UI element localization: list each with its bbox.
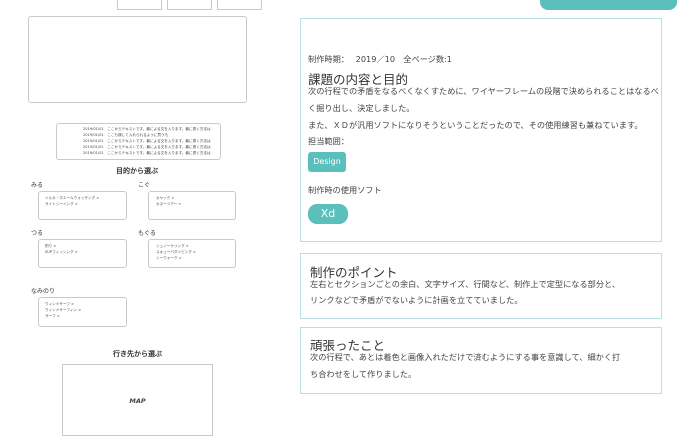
role-label: 担当範囲：: [308, 136, 349, 146]
wf-purpose-title: 目的から選ぶ: [116, 167, 158, 175]
theme-line: 次の行程での矛盾をなるべくなくすために、ワイヤーフレームの段階で決められることは…: [308, 86, 659, 96]
point-line: 左右とセクションごとの余白、文字サイズ、行間など、制作上で定型になる部分と、: [310, 279, 621, 289]
point-panel: 制作のポイント 左右とセクションごとの余白、文字サイズ、行間など、制作上で定型に…: [300, 253, 662, 319]
wf-category-item[interactable]: サイトシーイング >: [45, 201, 99, 207]
wf-destination-title: 行き先から選ぶ: [113, 350, 162, 358]
point-line: リンクなどで矛盾がでないように計画を立てていました。: [310, 295, 523, 305]
top-tab-button[interactable]: [540, 0, 677, 10]
wf-category-tsuru-label: つる: [31, 230, 44, 237]
effort-panel: 頑張ったこと 次の行程で、あとは着色と画像入れただけで済むようにする事を意識して…: [300, 327, 662, 394]
software-tag-xd: Xd: [308, 204, 348, 224]
wf-nav-box-3: [217, 0, 262, 10]
wf-category-moguru-box[interactable]: シュノーケリング > スキューバダイビング > シーウォーク >: [148, 239, 236, 268]
wf-category-naminori-box[interactable]: ウィンドサーフ > ウィンドサーフィン > サーフ >: [38, 297, 127, 327]
wf-hero-placeholder: [28, 16, 247, 103]
wf-category-item[interactable]: サーフ >: [45, 313, 81, 319]
wf-category-kogu-label: こぐ: [138, 182, 151, 189]
wf-category-tsuru-box[interactable]: 釣り > SUPフィッシング >: [38, 239, 127, 268]
wf-category-miru-label: みる: [31, 182, 44, 189]
wf-category-kogu-box[interactable]: カヤック > カヌーツアー >: [148, 191, 236, 220]
software-label: 制作時の使用ソフト: [308, 185, 382, 195]
theme-line: また、ＸＤが汎用ソフトになりそうということだったので、その使用練習も兼ねています…: [308, 120, 643, 130]
wf-category-item[interactable]: SUPフィッシング >: [45, 249, 78, 255]
details-panel: 制作時期： 2019／10 全ページ数:1 課題の内容と目的 次の行程での矛盾を…: [300, 18, 662, 242]
wf-news-line: 2019/01/01 ここからテキストです。最による文を入ります。最に書く方法は: [83, 151, 211, 155]
wf-nav-box-1: [117, 0, 162, 10]
effort-line: ち合わせをして作りました。: [310, 369, 417, 379]
role-tag-design: Design: [308, 152, 346, 172]
wf-category-naminori-label: なみのり: [31, 288, 56, 295]
effort-line: 次の行程で、あとは着色と画像入れただけで済むようにする事を意識して、細かく打: [310, 352, 621, 362]
wf-nav-box-2: [167, 0, 212, 10]
wf-news-box: 2019/01/01 ここからテキストです。最による文を入ります。最に書く方法は…: [56, 123, 221, 160]
production-meta: 制作時期： 2019／10 全ページ数:1: [308, 54, 452, 64]
wf-category-item[interactable]: シーウォーク >: [156, 255, 196, 261]
wf-map-placeholder[interactable]: MAP: [62, 364, 213, 436]
theme-line: く掘り出し、決定しました。: [308, 103, 415, 113]
wf-category-item[interactable]: カヌーツアー >: [156, 201, 181, 207]
wf-category-moguru-label: もぐる: [138, 230, 156, 237]
wf-category-miru-box[interactable]: イルカ・ホエールウォッチング > サイトシーイング >: [38, 191, 127, 220]
wf-map-label: MAP: [129, 397, 146, 405]
